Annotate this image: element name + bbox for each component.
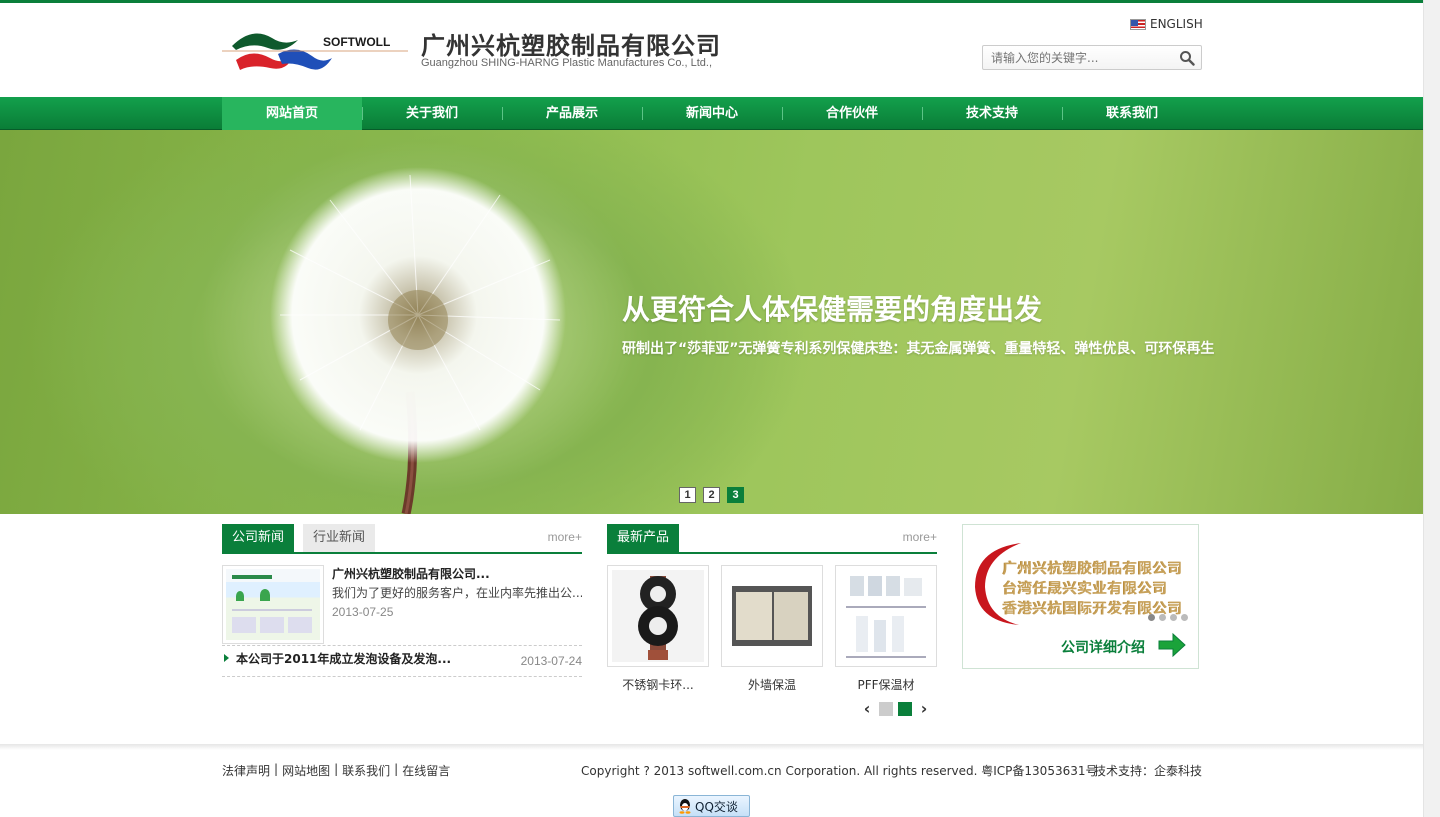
slide-dot-1[interactable]: 1 xyxy=(679,487,696,503)
news-more-link[interactable]: more+ xyxy=(548,530,582,544)
footer-copyright: Copyright ? 2013 softwell.com.cn Corpora… xyxy=(581,764,1098,778)
intro-dot[interactable] xyxy=(1159,614,1166,621)
footer-separator-bar: | xyxy=(394,762,399,776)
product-image-wall-insulation xyxy=(726,570,818,662)
product-label-3[interactable]: PFF保温材 xyxy=(835,676,937,693)
company-logo[interactable]: SOFTWOLL xyxy=(222,24,412,76)
main-nav: 网站首页 关于我们 产品展示 新闻中心 合作伙伴 技术支持 联系我们 xyxy=(0,97,1423,130)
product-card-2[interactable] xyxy=(721,565,823,667)
bullet-arrow-icon xyxy=(224,654,229,662)
qq-chat-button[interactable]: QQ交谈 xyxy=(673,795,750,817)
arrow-right-icon[interactable] xyxy=(1157,632,1187,658)
product-label-2[interactable]: 外墙保温 xyxy=(721,676,823,693)
search-box xyxy=(982,45,1202,70)
company-name-cn: 广州兴杭塑胶制品有限公司 xyxy=(421,32,721,60)
featured-news-desc: 我们为了更好的服务客户，在业内率先推出公... xyxy=(332,586,582,600)
products-header: 最新产品 more+ xyxy=(607,524,937,554)
footer-link-legal[interactable]: 法律声明 xyxy=(222,762,270,779)
product-label-1[interactable]: 不锈钢卡环... xyxy=(607,676,709,693)
product-page-2[interactable] xyxy=(898,702,912,716)
nav-item-partners[interactable]: 合作伙伴 xyxy=(782,97,922,130)
tab-company-news[interactable]: 公司新闻 xyxy=(222,524,295,552)
nav-item-products[interactable]: 产品展示 xyxy=(502,97,642,130)
company-detail-link[interactable]: 公司详细介绍 xyxy=(1061,637,1145,657)
us-flag-icon xyxy=(1130,18,1146,30)
nav-item-news[interactable]: 新闻中心 xyxy=(642,97,782,130)
tab-industry-news[interactable]: 行业新闻 xyxy=(303,524,376,552)
qq-chat-label: QQ交谈 xyxy=(695,799,738,814)
intro-dot[interactable] xyxy=(1148,614,1155,621)
footer-separator-bar: | xyxy=(274,762,279,776)
qq-penguin-icon xyxy=(679,799,691,814)
language-label[interactable]: ENGLISH xyxy=(1150,17,1203,31)
language-switch[interactable]: ENGLISH xyxy=(1130,17,1203,31)
divider xyxy=(222,676,582,677)
intro-line-1: 广州兴杭塑胶制品有限公司 xyxy=(1003,561,1183,577)
list-item[interactable]: 本公司于2011年成立发泡设备及发泡... 2013-07-24 xyxy=(222,650,582,672)
vertical-scrollbar[interactable] xyxy=(1423,0,1440,817)
footer-link-message[interactable]: 在线留言 xyxy=(402,762,450,779)
featured-news-title[interactable]: 广州兴杭塑胶制品有限公司... xyxy=(332,565,490,582)
intro-dot[interactable] xyxy=(1181,614,1188,621)
product-card-3[interactable] xyxy=(835,565,937,667)
intro-dots xyxy=(1148,614,1188,621)
product-image-pff-insulation xyxy=(840,570,932,662)
banner-title: 从更符合人体保健需要的角度出发 xyxy=(622,293,1043,326)
nav-item-contact[interactable]: 联系我们 xyxy=(1062,97,1202,130)
tab-latest-products[interactable]: 最新产品 xyxy=(607,524,680,552)
news-item-date: 2013-07-24 xyxy=(520,654,582,668)
divider xyxy=(222,645,582,646)
search-input[interactable] xyxy=(983,46,1173,69)
slide-dot-3[interactable]: 3 xyxy=(727,487,744,503)
company-name-en: Guangzhou SHING-HARNG Plastic Manufactur… xyxy=(421,57,713,69)
banner-subtitle: 研制出了“莎菲亚”无弹簧专利系列保健床垫：其无金属弹簧、重量特轻、弹性优良、可环… xyxy=(622,341,1215,357)
featured-news-date: 2013-07-25 xyxy=(332,605,394,619)
logo-text: SOFTWOLL xyxy=(323,35,390,49)
nav-item-home[interactable]: 网站首页 xyxy=(222,97,362,130)
company-intro-card[interactable]: 广州兴杭塑胶制品有限公司 台湾任晟兴实业有限公司 香港兴杭国际开发有限公司 公司… xyxy=(962,524,1199,669)
chevron-left-icon[interactable]: ‹ xyxy=(860,701,874,717)
footer-link-contact[interactable]: 联系我们 xyxy=(342,762,390,779)
page: SOFTWOLL 广州兴杭塑胶制品有限公司 Guangzhou SHING-HA… xyxy=(0,0,1423,817)
product-pager: ‹ › xyxy=(860,701,931,717)
top-accent-line xyxy=(0,0,1423,3)
news-thumbnail-image xyxy=(226,569,320,640)
footer-separator-bar: | xyxy=(334,762,339,776)
news-thumbnail[interactable] xyxy=(222,565,324,644)
product-card-1[interactable] xyxy=(607,565,709,667)
products-more-link[interactable]: more+ xyxy=(903,530,937,544)
chevron-right-icon[interactable]: › xyxy=(917,701,931,717)
product-page-1[interactable] xyxy=(879,702,893,716)
footer-link-sitemap[interactable]: 网站地图 xyxy=(282,762,330,779)
slide-pager: 1 2 3 xyxy=(679,487,744,503)
search-icon[interactable] xyxy=(1179,50,1195,66)
product-image-clamp xyxy=(612,570,704,662)
nav-item-about[interactable]: 关于我们 xyxy=(362,97,502,130)
news-item-title[interactable]: 本公司于2011年成立发泡设备及发泡... xyxy=(236,650,451,667)
nav-item-support[interactable]: 技术支持 xyxy=(922,97,1062,130)
footer-links: 法律声明 | 网站地图 | 联系我们 | 在线留言 xyxy=(222,762,450,779)
intro-line-2: 台湾任晟兴实业有限公司 xyxy=(1003,581,1168,597)
footer-support: 技术支持：企泰科技 xyxy=(1094,764,1203,778)
hero-banner: 从更符合人体保健需要的角度出发 研制出了“莎菲亚”无弹簧专利系列保健床垫：其无金… xyxy=(0,130,1423,514)
footer-separator xyxy=(0,744,1423,750)
slide-dot-2[interactable]: 2 xyxy=(703,487,720,503)
news-header: 公司新闻 行业新闻 more+ xyxy=(222,524,582,554)
intro-dot[interactable] xyxy=(1170,614,1177,621)
